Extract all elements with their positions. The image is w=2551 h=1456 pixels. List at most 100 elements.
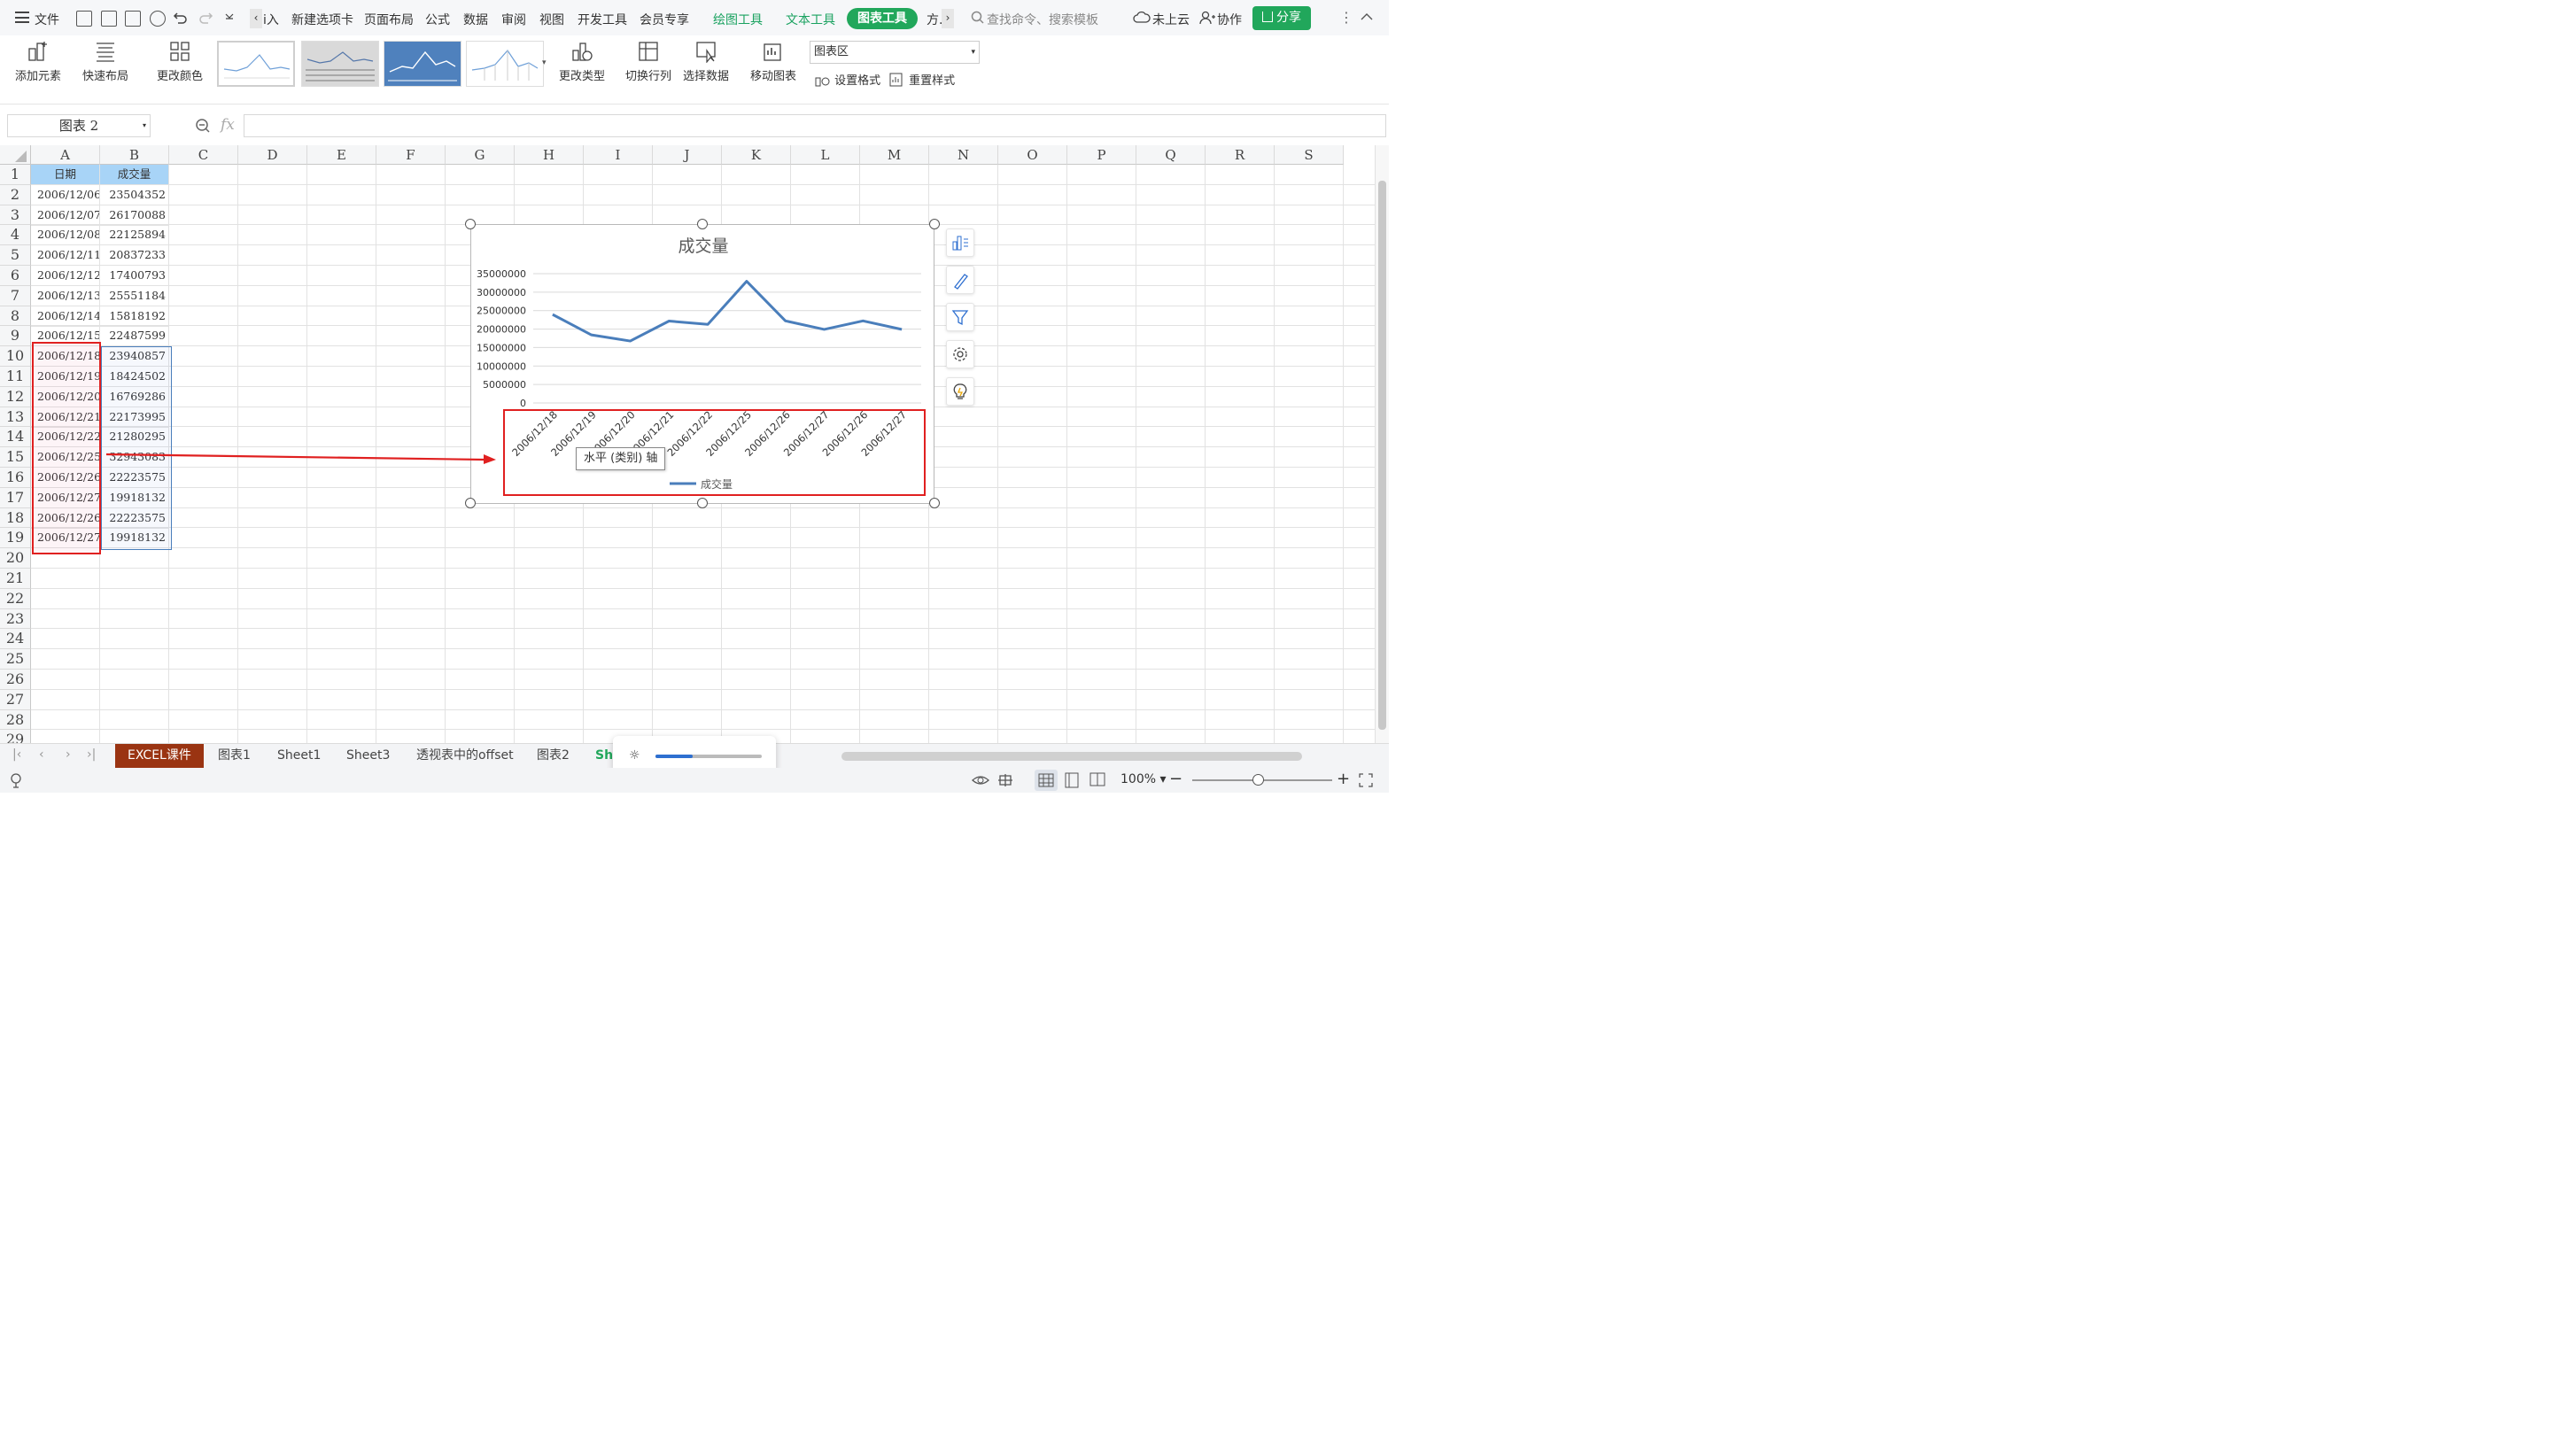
date-cell[interactable]: 2006/12/07 [31, 205, 100, 226]
tab-text-tools[interactable]: 文本工具 [786, 11, 835, 28]
fx-icon[interactable]: fx [221, 116, 235, 134]
volume-cell[interactable]: 15818192 [100, 306, 169, 327]
column-header-r[interactable]: R [1206, 145, 1275, 165]
row-header-3[interactable]: 3 [0, 205, 31, 226]
header-cell-date[interactable]: 日期 [31, 165, 100, 185]
row-header-1[interactable]: 1 [0, 165, 31, 185]
tab-view[interactable]: 视图 [539, 11, 564, 28]
row-header-5[interactable]: 5 [0, 245, 31, 266]
quick-layout-button[interactable]: 快速布局 [76, 35, 135, 83]
change-type-button[interactable]: 更改类型 [554, 35, 609, 83]
search-input[interactable]: 查找命令、搜索模板 [987, 11, 1098, 28]
volume-cell[interactable]: 26170088 [100, 205, 169, 226]
row-header-19[interactable]: 19 [0, 528, 31, 549]
tab-chart-tools[interactable]: 图表工具 [847, 8, 918, 29]
row-header-23[interactable]: 23 [0, 608, 31, 630]
share-button[interactable]: 分享 [1252, 6, 1311, 30]
column-header-j[interactable]: J [653, 145, 722, 165]
row-header-16[interactable]: 16 [0, 468, 31, 488]
scroll-right-icon[interactable]: › [942, 9, 954, 28]
tab-new-tab[interactable]: 新建选项卡 [291, 11, 353, 28]
tab-developer[interactable]: 开发工具 [578, 11, 627, 28]
row-header-22[interactable]: 22 [0, 588, 31, 609]
sheet-tab-pivot-offset[interactable]: 透视表中的offset [404, 744, 526, 768]
row-header-7[interactable]: 7 [0, 285, 31, 306]
cloud-icon[interactable] [1133, 11, 1151, 25]
tab-overflow[interactable]: 方. [927, 11, 942, 28]
name-box[interactable]: 图表 2 ▾ [7, 114, 151, 137]
search-icon[interactable] [971, 11, 985, 25]
user-add-icon[interactable] [1199, 11, 1215, 25]
resize-handle-br[interactable] [929, 498, 940, 508]
row-header-15[interactable]: 15 [0, 447, 31, 468]
zoom-slider[interactable] [1192, 774, 1332, 786]
row-header-10[interactable]: 10 [0, 346, 31, 367]
column-header-n[interactable]: N [929, 145, 998, 165]
chart-style-2[interactable] [301, 41, 379, 87]
chart-style-3[interactable] [384, 41, 461, 87]
tab-page-layout[interactable]: 页面布局 [364, 11, 414, 28]
resize-handle-tc[interactable] [697, 219, 708, 229]
switch-row-col-button[interactable]: 切换行列 [620, 35, 677, 83]
column-header-s[interactable]: S [1275, 145, 1344, 165]
row-header-6[interactable]: 6 [0, 266, 31, 286]
resize-handle-bl[interactable] [465, 498, 476, 508]
column-header-g[interactable]: G [446, 145, 515, 165]
sheet-tab-sheet3[interactable]: Sheet3 [334, 744, 402, 768]
volume-cell[interactable]: 25551184 [100, 285, 169, 306]
tab-insert[interactable]: i入 [263, 11, 279, 28]
header-cell-volume[interactable]: 成交量 [100, 165, 169, 185]
volume-cell[interactable]: 22487599 [100, 326, 169, 347]
volume-cell[interactable]: 20837233 [100, 245, 169, 267]
zoom-in-button[interactable]: + [1337, 770, 1350, 788]
row-header-8[interactable]: 8 [0, 306, 31, 327]
column-header-d[interactable]: D [238, 145, 307, 165]
sheet-tab-excel-course[interactable]: EXCEL课件 [115, 744, 204, 768]
row-header-13[interactable]: 13 [0, 407, 31, 428]
zoom-slider-thumb[interactable] [1252, 774, 1264, 786]
sheet-tab-sheet1[interactable]: Sheet1 [265, 744, 333, 768]
tab-drawing-tools[interactable]: 绘图工具 [713, 11, 763, 28]
tab-review[interactable]: 审阅 [501, 11, 526, 28]
volume-cell[interactable]: 22125894 [100, 225, 169, 246]
row-header-11[interactable]: 11 [0, 367, 31, 387]
print-preview-icon[interactable] [150, 11, 166, 27]
prev-sheet-icon[interactable]: ‹ [39, 747, 44, 762]
row-header-20[interactable]: 20 [0, 548, 31, 569]
row-header-21[interactable]: 21 [0, 569, 31, 589]
column-header-e[interactable]: E [307, 145, 376, 165]
chart-tips-button[interactable] [946, 377, 974, 406]
row-header-27[interactable]: 27 [0, 689, 31, 710]
collab-button[interactable]: 协作 [1217, 11, 1242, 28]
sheet-tab-chart2[interactable]: 图表2 [524, 744, 582, 768]
tab-formula[interactable]: 公式 [425, 11, 450, 28]
vertical-scrollbar[interactable] [1375, 145, 1389, 743]
row-header-24[interactable]: 24 [0, 629, 31, 650]
volume-cell[interactable]: 17400793 [100, 266, 169, 286]
page-break-view-icon[interactable] [1089, 772, 1106, 788]
zoom-out-button[interactable]: − [1169, 770, 1182, 788]
eye-protect-icon[interactable] [972, 772, 989, 788]
column-header-m[interactable]: M [860, 145, 929, 165]
tab-member[interactable]: 会员专享 [640, 11, 689, 28]
redo-icon[interactable] [198, 10, 213, 26]
chart-area-select[interactable]: 图表区 ▾ [810, 41, 980, 64]
row-header-17[interactable]: 17 [0, 487, 31, 508]
formula-input[interactable] [244, 114, 1386, 137]
fullscreen-icon[interactable] [1359, 773, 1373, 787]
reset-style-button[interactable]: 重置样式 [889, 71, 955, 88]
resize-handle-bc[interactable] [697, 498, 708, 508]
next-sheet-icon[interactable]: › [66, 747, 71, 762]
column-header-b[interactable]: B [100, 145, 169, 165]
cloud-status[interactable]: 未上云 [1152, 11, 1190, 28]
select-data-button[interactable]: 选择数据 [678, 35, 733, 83]
column-header-c[interactable]: C [169, 145, 238, 165]
column-header-l[interactable]: L [791, 145, 860, 165]
date-cell[interactable]: 2006/12/13 [31, 285, 100, 306]
column-header-k[interactable]: K [722, 145, 791, 165]
zoom-icon[interactable] [195, 118, 211, 134]
row-header-12[interactable]: 12 [0, 386, 31, 407]
resize-handle-tl[interactable] [465, 219, 476, 229]
brightness-slider[interactable] [655, 755, 762, 758]
date-cell[interactable]: 2006/12/12 [31, 266, 100, 286]
